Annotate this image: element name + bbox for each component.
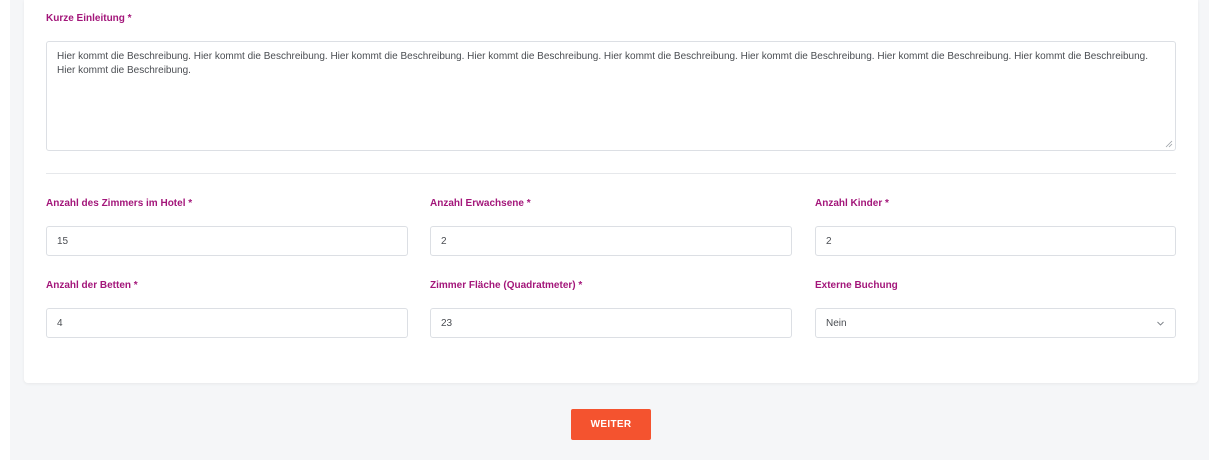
rooms-count-input[interactable]: 15	[46, 226, 408, 256]
external-booking-label: Externe Buchung	[815, 280, 898, 291]
beds-value: 4	[57, 317, 63, 329]
intro-label: Kurze Einleitung *	[46, 13, 132, 24]
chevron-down-icon	[1157, 321, 1164, 326]
section-divider	[46, 173, 1176, 174]
adults-label: Anzahl Erwachsene *	[430, 198, 531, 209]
intro-textarea[interactable]: Hier kommt die Beschreibung. Hier kommt …	[46, 41, 1176, 151]
resize-grip-icon[interactable]	[1165, 140, 1173, 148]
children-label: Anzahl Kinder *	[815, 198, 889, 209]
room-form-card: Kurze Einleitung * Hier kommt die Beschr…	[24, 0, 1198, 383]
external-booking-select[interactable]: Nein	[815, 308, 1176, 338]
rooms-count-label: Anzahl des Zimmers im Hotel *	[46, 198, 193, 209]
adults-value: 2	[441, 235, 447, 247]
next-button[interactable]: WEITER	[571, 409, 651, 440]
room-area-input[interactable]: 23	[430, 308, 792, 338]
children-value: 2	[826, 235, 832, 247]
rooms-count-value: 15	[57, 235, 69, 247]
room-area-label: Zimmer Fläche (Quadratmeter) *	[430, 280, 583, 291]
room-area-value: 23	[441, 317, 453, 329]
adults-input[interactable]: 2	[430, 226, 792, 256]
intro-text: Hier kommt die Beschreibung. Hier kommt …	[57, 51, 1149, 76]
external-booking-value: Nein	[826, 317, 847, 329]
children-input[interactable]: 2	[815, 226, 1176, 256]
beds-input[interactable]: 4	[46, 308, 408, 338]
beds-label: Anzahl der Betten *	[46, 280, 138, 291]
page-background: Kurze Einleitung * Hier kommt die Beschr…	[10, 0, 1209, 460]
